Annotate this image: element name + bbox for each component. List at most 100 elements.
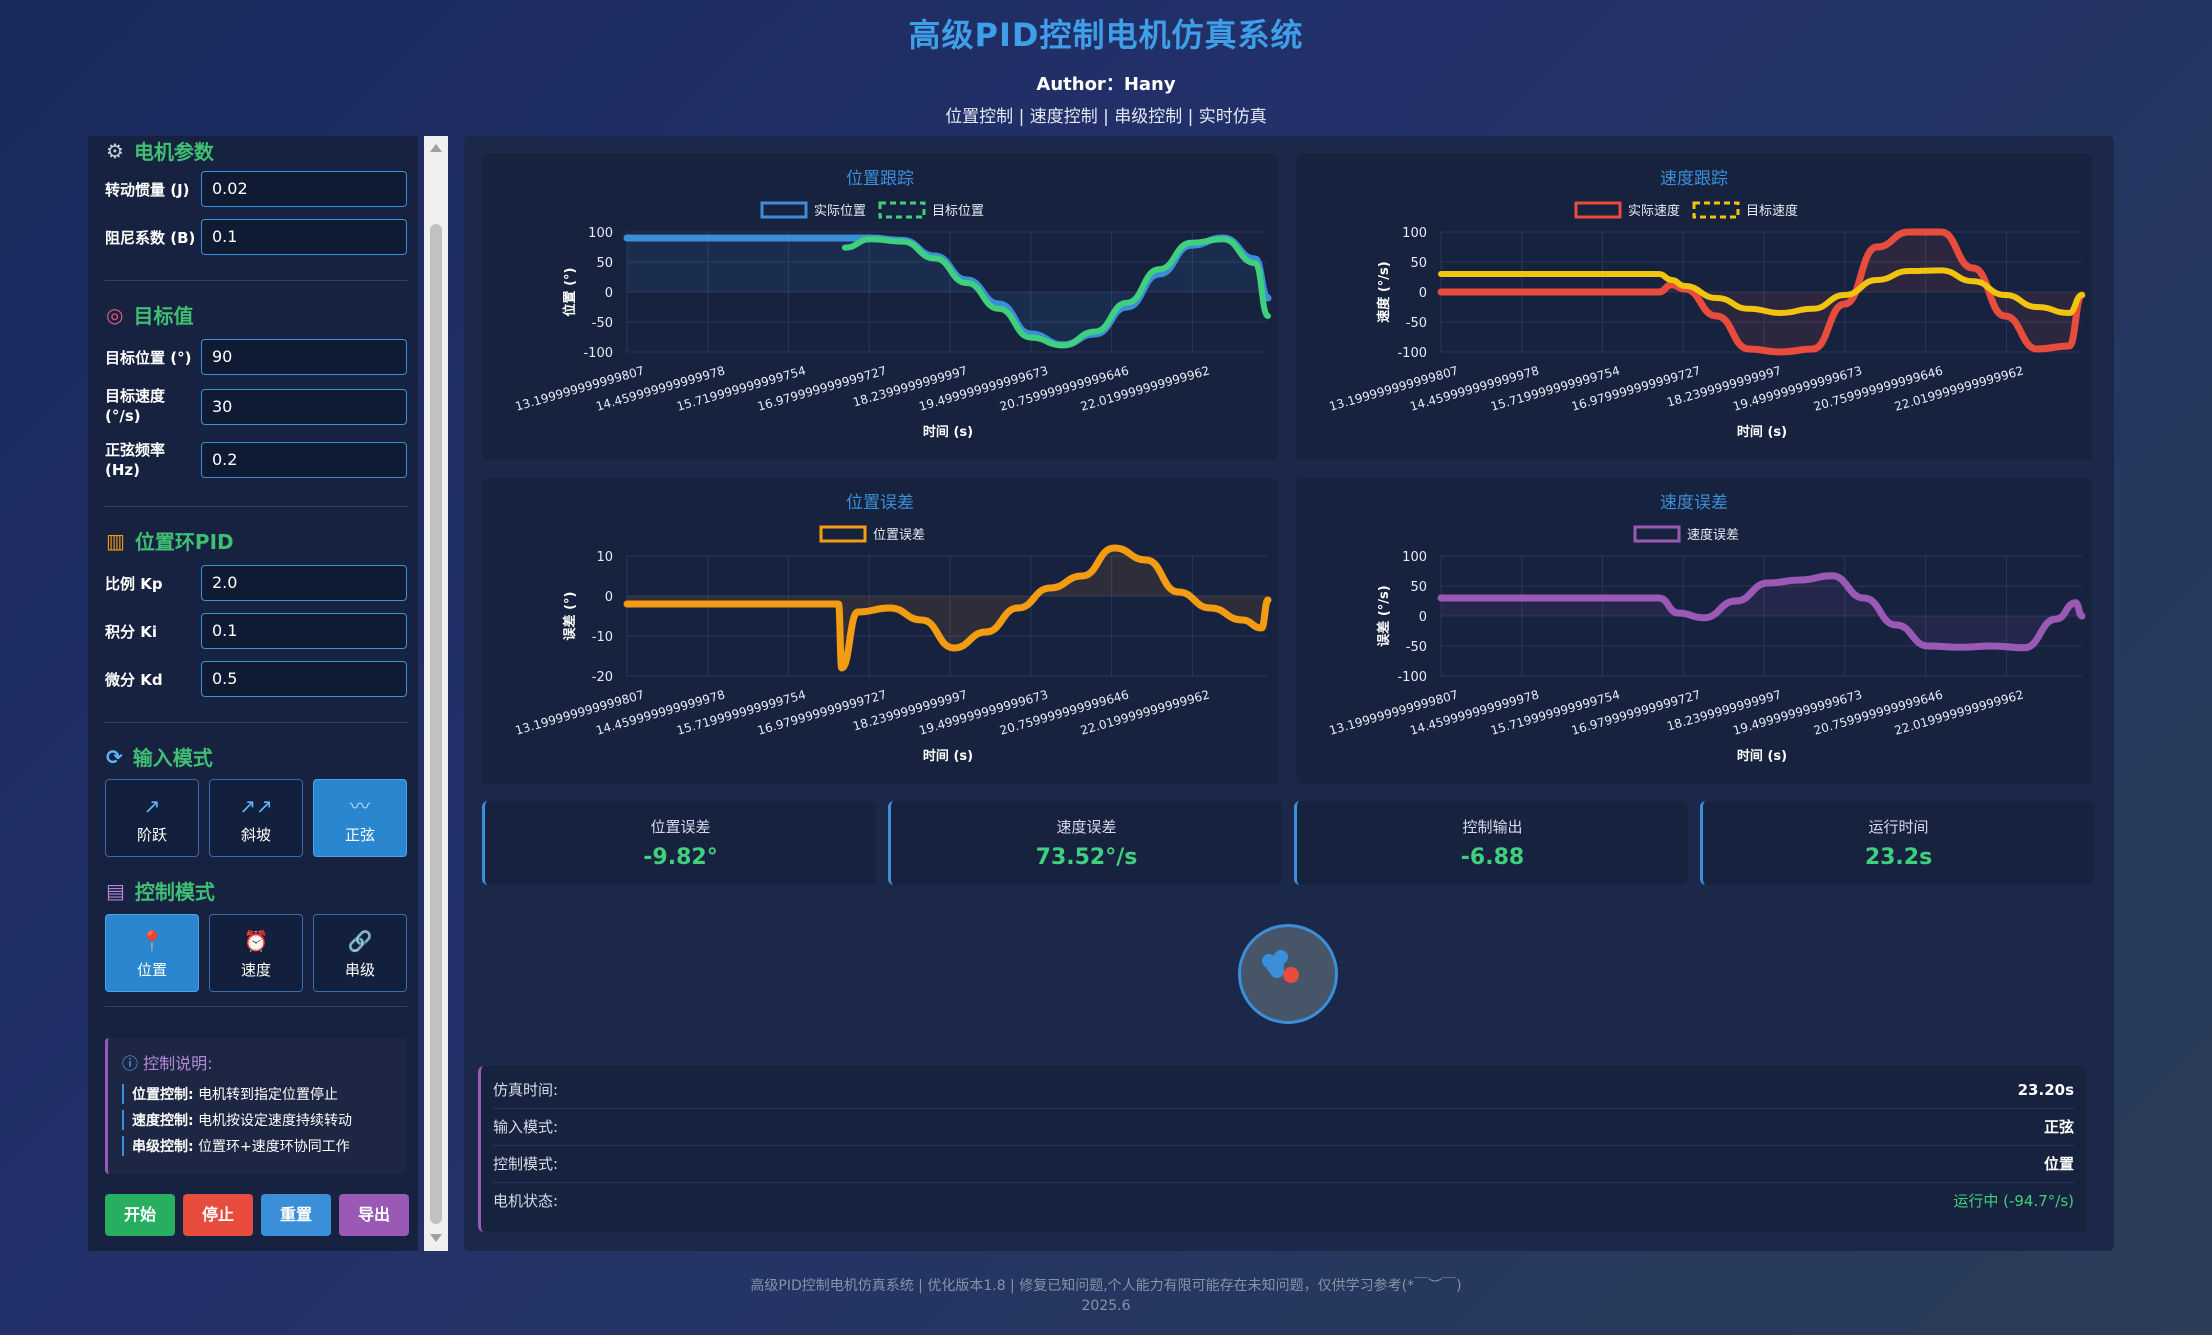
data-point: [1747, 307, 1751, 311]
x-axis-label: 时间 (s): [923, 748, 973, 764]
sine-freq-label: 正弦频率 (Hz): [105, 441, 166, 479]
y-tick-label: -50: [592, 316, 613, 331]
data-point: [1971, 266, 1975, 270]
stop-button[interactable]: 停止: [183, 1194, 253, 1236]
data-point: [856, 610, 860, 614]
data-point: [1221, 237, 1225, 241]
data-point: [1843, 302, 1847, 306]
data-point: [1253, 261, 1257, 265]
target-position-input[interactable]: 90: [201, 339, 407, 375]
damping-input[interactable]: 0.1: [201, 219, 407, 255]
control-mode-position-button[interactable]: 📍 位置: [105, 914, 199, 992]
data-point: [625, 236, 629, 240]
inertia-label: 转动惯量 (J): [105, 181, 190, 199]
control-mode-speed-button[interactable]: ⏰ 速度: [209, 914, 303, 992]
main-panel: 位置跟踪 实际位置 目标位置 100 50 0 -50 -100 13.199999999999…: [464, 136, 2114, 1251]
legend-label: 速度误差: [1687, 527, 1739, 543]
legend-swatch: [1574, 201, 1622, 219]
y-axis-label: 误差 (°): [562, 592, 578, 641]
inertia-input[interactable]: 0.02: [201, 171, 407, 207]
data-point: [1266, 598, 1270, 602]
ki-label: 积分 Ki: [105, 623, 157, 641]
data-point: [1176, 590, 1180, 594]
export-button[interactable]: 导出: [339, 1194, 409, 1236]
sidebar-scrollbar[interactable]: [424, 136, 448, 1251]
data-point: [1843, 293, 1847, 297]
link-icon: 🔗: [347, 929, 373, 953]
x-tick-label: 13.199999999999807: [1328, 687, 1460, 737]
sine-freq-input[interactable]: 0.2: [201, 442, 407, 478]
data-point: [901, 240, 905, 244]
y-tick-label: 0: [1419, 610, 1427, 625]
data-point: [1157, 272, 1161, 276]
data-point: [2067, 311, 2071, 315]
target-speed-input[interactable]: 30: [201, 389, 407, 425]
y-tick-label: -100: [1397, 670, 1427, 685]
data-point: [984, 630, 988, 634]
y-tick-label: 0: [1419, 286, 1427, 301]
data-point: [869, 237, 873, 241]
data-point: [1061, 343, 1065, 347]
alarm-clock-icon: ⏰: [243, 929, 269, 953]
info-icon: ⓘ: [122, 1054, 144, 1073]
x-tick-label: 13.199999999999807: [514, 687, 646, 737]
y-axis-label: 误差 (°/s): [1376, 585, 1392, 646]
kd-label: 微分 Kd: [105, 671, 163, 689]
control-sidebar[interactable]: ⚙ 电机参数 转动惯量 (J) 0.02 阻尼系数 (B) 0.1 ◎ 目标值 …: [88, 136, 418, 1251]
control-mode-cascade-label: 串级: [344, 961, 375, 979]
stat-value: -6.88: [1460, 845, 1525, 870]
data-point: [1554, 290, 1558, 294]
input-mode-step-button[interactable]: ↗ 阶跃: [105, 779, 199, 857]
data-point: [1189, 241, 1193, 245]
input-mode-sine-button[interactable]: 〰 正弦: [313, 779, 407, 857]
data-point: [1208, 606, 1212, 610]
speed-error-chart: 速度误差 速度误差 100 50 0 -50 -100 13.199999999999807 1…: [1296, 478, 2092, 784]
y-tick-label: -20: [592, 670, 613, 685]
data-point: [1926, 644, 1930, 648]
chart-icon: ▥: [106, 528, 125, 553]
data-point: [2003, 314, 2007, 318]
data-point: [1811, 307, 1815, 311]
y-tick-label: 50: [1410, 256, 1427, 271]
data-point: [1253, 257, 1257, 261]
kd-input[interactable]: 0.5: [201, 661, 407, 697]
motor-rotor-icon: [1262, 950, 1299, 983]
data-point: [1266, 296, 1270, 300]
scroll-down-icon[interactable]: [430, 1234, 442, 1242]
input-mode-ramp-button[interactable]: ↗↗ 斜坡: [209, 779, 303, 857]
chart-title: 位置误差: [846, 493, 914, 513]
ki-input[interactable]: 0.1: [201, 613, 407, 649]
data-point: [2022, 646, 2026, 650]
data-point: [1657, 272, 1661, 276]
data-point: [1670, 283, 1674, 287]
y-tick-label: 50: [596, 256, 613, 271]
refresh-icon: ⟳: [106, 744, 123, 769]
footer-date: 2025.6: [1081, 1298, 1131, 1314]
scrollbar-thumb[interactable]: [430, 224, 442, 1224]
input-mode-heading: ⟳ 输入模式: [106, 742, 213, 771]
target-icon: ◎: [106, 302, 124, 327]
x-tick-label: 13.199999999999807: [1328, 363, 1460, 413]
control-mode-speed-label: 速度: [240, 961, 271, 979]
reset-button[interactable]: 重置: [261, 1194, 331, 1236]
scroll-up-icon[interactable]: [430, 144, 442, 152]
legend-swatch: [878, 201, 926, 219]
page-title: 高级PID控制电机仿真系统: [908, 16, 1304, 54]
stat-speed-error: 速度误差 73.52°/s: [888, 801, 1282, 885]
data-point: [1875, 245, 1879, 249]
data-point: [965, 281, 969, 285]
divider: [105, 1006, 407, 1007]
targets-title: 目标值: [133, 304, 194, 328]
input-mode-ramp-label: 斜坡: [240, 826, 271, 844]
y-tick-label: -100: [583, 346, 613, 361]
divider: [105, 506, 407, 507]
legend-label: 目标位置: [932, 204, 984, 219]
control-mode-cascade-button[interactable]: 🔗 串级: [313, 914, 407, 992]
start-button[interactable]: 开始: [105, 1194, 175, 1236]
control-mode-position-label: 位置: [136, 961, 167, 979]
data-point: [1734, 599, 1738, 603]
kp-input[interactable]: 2.0: [201, 565, 407, 601]
x-axis-label: 时间 (s): [1737, 748, 1787, 764]
data-point: [1490, 290, 1494, 294]
data-point: [2003, 293, 2007, 297]
